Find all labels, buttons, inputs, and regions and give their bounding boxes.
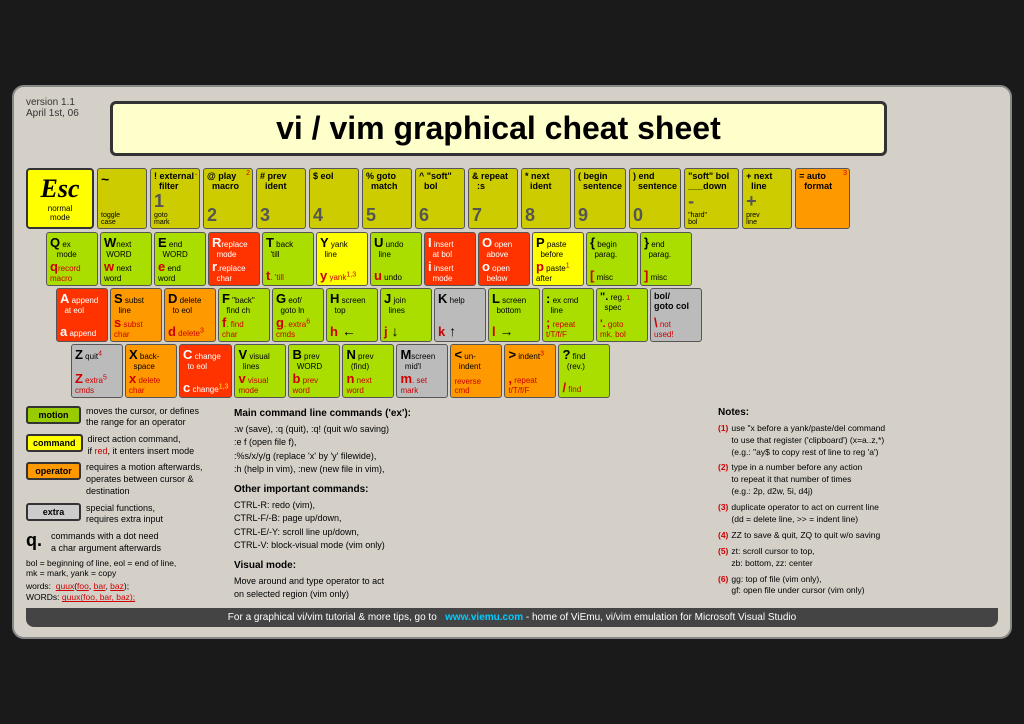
ctrl-ey: CTRL-E/-Y: scroll line up/down, (234, 526, 710, 540)
R-key: Rreplace mode r.replace char (208, 232, 260, 286)
esc-key: Esc normalmode (26, 168, 94, 229)
note-4: (4) ZZ to save & quit, ZQ to quit w/o sa… (718, 530, 998, 542)
K-key: K help k ↑ (434, 288, 486, 342)
cheatsheet: version 1.1 April 1st, 06 vi / vim graph… (12, 85, 1012, 640)
motion-badge: motion (26, 406, 81, 424)
ctrl-v: CTRL-V: block-visual mode (vim only) (234, 539, 710, 553)
equals-key: = auto format 3 (795, 168, 850, 229)
Q-key: Q ex mode qrecordmacro (46, 232, 98, 286)
B-key: B prev WORD b prevword (288, 344, 340, 398)
N-key: N prev (find) n nextword (342, 344, 394, 398)
minus-key: "soft" bol___down - "hard"bol (684, 168, 739, 229)
note-2: (2) type in a number before any actionto… (718, 462, 998, 498)
bracket-close-key: } end parag. ] misc (640, 232, 692, 286)
version-text: version 1.1 (26, 97, 79, 108)
H-key: H screen top h ← (326, 288, 378, 342)
dot-desc: commands with a dot needa char argument … (51, 531, 161, 554)
bol-text: bol = beginning of line, eol = end of li… (26, 558, 226, 578)
U-key: U undo line u undo (370, 232, 422, 286)
7-key: & repeat :s 7 (468, 168, 518, 229)
plus-key: + next line + prevline (742, 168, 792, 229)
main-cmd-e: :e f (open file f), (234, 436, 710, 450)
O-key: O open above o open below (478, 232, 530, 286)
note-5: (5) zt: scroll cursor to top,zb: bottom,… (718, 546, 998, 570)
Z-key: Z quit4 Z extra5cmds (71, 344, 123, 398)
bracket-open-key: { begin parag. [ misc (586, 232, 638, 286)
tilde-key: ~ togglecase (97, 168, 147, 229)
C-key: C change to eol c change1,3 (179, 344, 232, 398)
D-key: D delete to eol d delete3 (164, 288, 216, 342)
L-key: L screen bottom l → (488, 288, 540, 342)
operator-badge: operator (26, 462, 81, 480)
5-key: % goto match 5 (362, 168, 412, 229)
words-example: words: quux(foo, bar, baz); (26, 581, 226, 591)
command-badge: command (26, 434, 83, 452)
M-key: Mscreen mid'l m. setmark (396, 344, 448, 398)
6-key: ^ "soft" bol 6 (415, 168, 465, 229)
ctrl-r: CTRL-R: redo (vim), (234, 499, 710, 513)
E-key: E end WORD e endword (154, 232, 206, 286)
extra-desc: special functions,requires extra input (86, 503, 163, 526)
dot-symbol: q. (26, 531, 46, 549)
main-commands-section: Main command line commands ('ex'): :w (s… (234, 406, 710, 603)
words-example2: WORDs: quux(foo, bar, baz); (26, 592, 226, 602)
visual-title: Visual mode: (234, 558, 710, 573)
notes-section: Notes: (1) use "x before a yank/paste/de… (718, 406, 998, 603)
F-key: F "back" find ch f. findchar (218, 288, 270, 342)
lt-key: < un- indent reversecmd (450, 344, 502, 398)
notes-title: Notes: (718, 406, 998, 420)
1-key: ! external filter 1 gotomark . (150, 168, 200, 229)
operator-desc: requires a motion afterwards,operates be… (86, 462, 203, 497)
note-6: (6) gg: top of file (vim only),gf: open … (718, 574, 998, 598)
visual-desc: Move around and type operator to acton s… (234, 575, 710, 602)
4-key: $ eol 4 (309, 168, 359, 229)
main-cmd-s: :%s/x/y/g (replace 'x' by 'y' filewide), (234, 450, 710, 464)
Y-key: Y yank line y yank1,3 (316, 232, 368, 286)
extra-badge: extra (26, 503, 81, 521)
S-key: S subst line s substchar (110, 288, 162, 342)
title-box: vi / vim graphical cheat sheet (110, 101, 888, 156)
X-key: X back- space x deletechar (125, 344, 177, 398)
note-1: (1) use "x before a yank/paste/del comma… (718, 423, 998, 459)
footer: For a graphical vi/vim tutorial & more t… (26, 608, 998, 627)
A-key: A append at eol a append (56, 288, 108, 342)
J-key: J join lines j ↓ (380, 288, 432, 342)
I-key: I insert at bol i insert mode (424, 232, 476, 286)
P-key: P paste before p paste1after (532, 232, 584, 286)
T-key: T back 'till t. 'till (262, 232, 314, 286)
note-3: (3) duplicate operator to act on current… (718, 502, 998, 526)
semicolon-key: : ex cmd line ; repeatt/T/f/F (542, 288, 594, 342)
motion-desc: moves the cursor, or definesthe range fo… (86, 406, 199, 429)
gt-key: > indent3 , repeatt/T/f/F (504, 344, 556, 398)
command-desc: direct action command,if red, it enters … (88, 434, 195, 457)
other-cmd-title: Other important commands: (234, 482, 710, 497)
esc-mode: normalmode (48, 204, 72, 222)
8-key: * next ident 8 (521, 168, 571, 229)
main-cmd-w: :w (save), :q (quit), :q! (quit w/o savi… (234, 423, 710, 437)
2-key: @ play macro 2 2 (203, 168, 253, 229)
footer-suffix: - home of ViEmu, vi/vim emulation for Mi… (526, 612, 796, 623)
0-key: ) end sentence 0 (629, 168, 681, 229)
ctrl-fb: CTRL-F/-B: page up/down, (234, 512, 710, 526)
main-cmd-h: :h (help in vim), :new (new file in vim)… (234, 463, 710, 477)
page-title: vi / vim graphical cheat sheet (133, 110, 865, 147)
W-key: Wnext WORD w nextword (100, 232, 152, 286)
legend-section: motion moves the cursor, or definesthe r… (26, 406, 226, 603)
V-key: V visual lines v visualmode (234, 344, 286, 398)
G-key: G eof/ goto ln g. extra6cmds (272, 288, 324, 342)
main-cmd-title: Main command line commands ('ex'): (234, 406, 710, 421)
footer-url: www.viemu.com (445, 612, 523, 623)
9-key: ( begin sentence 9 (574, 168, 626, 229)
quote-key: ". reg. 1 spec '. gotomk. bol (596, 288, 648, 342)
3-key: # prev ident 3 (256, 168, 306, 229)
backslash-key: bol/goto col \ notused! (650, 288, 702, 342)
footer-text: For a graphical vi/vim tutorial & more t… (228, 612, 437, 623)
version-info: version 1.1 April 1st, 06 (26, 97, 79, 119)
question-key: ? find (rev.) / find (558, 344, 610, 398)
date-text: April 1st, 06 (26, 108, 79, 119)
esc-label: Esc (41, 174, 80, 204)
